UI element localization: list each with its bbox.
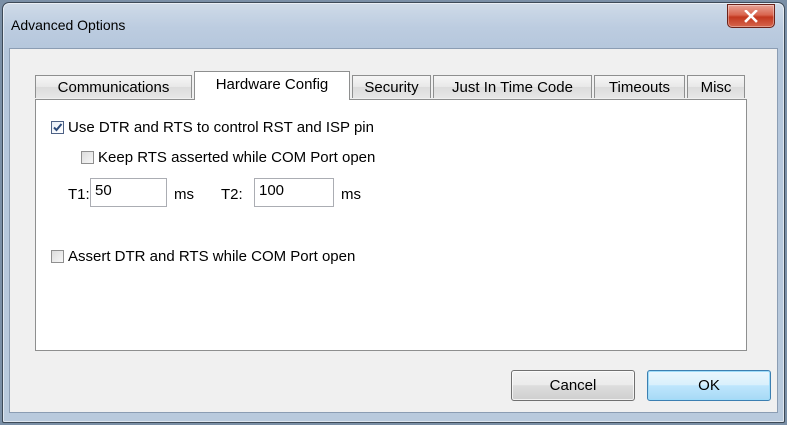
tab-timeouts[interactable]: Timeouts <box>594 75 685 98</box>
keep-rts-label: Keep RTS asserted while COM Port open <box>98 149 376 166</box>
tab-label: Just In Time Code <box>452 78 573 96</box>
tab-hardware-config[interactable]: Hardware Config <box>194 71 350 100</box>
checkbox-box[interactable] <box>51 121 64 134</box>
tab-label: Timeouts <box>608 78 671 96</box>
use-dtr-rts-label: Use DTR and RTS to control RST and ISP p… <box>68 119 374 136</box>
advanced-options-window: Advanced Options Communications Hardware… <box>2 2 785 423</box>
ok-button[interactable]: OK <box>647 370 771 401</box>
tab-label: Hardware Config <box>215 76 329 93</box>
t2-label: T2: <box>221 186 243 203</box>
tab-misc[interactable]: Misc <box>687 75 745 98</box>
assert-dtr-rts-label: Assert DTR and RTS while COM Port open <box>68 248 356 265</box>
t1-input[interactable]: 50 <box>90 178 167 207</box>
hardware-config-panel: Use DTR and RTS to control RST and ISP p… <box>35 99 747 351</box>
checkmark-icon <box>53 123 63 132</box>
close-icon <box>744 9 758 23</box>
tab-security[interactable]: Security <box>352 75 431 98</box>
tab-just-in-time-code[interactable]: Just In Time Code <box>433 75 592 98</box>
tab-label: Misc <box>700 78 732 96</box>
dialog-client-area: Communications Hardware Config Security … <box>9 48 778 413</box>
checkbox-box[interactable] <box>81 151 94 164</box>
close-button[interactable] <box>727 4 775 28</box>
cancel-label: Cancel <box>549 377 597 394</box>
t2-unit: ms <box>341 186 361 203</box>
tab-label: Security <box>364 78 419 96</box>
t1-unit: ms <box>174 186 194 203</box>
cancel-button[interactable]: Cancel <box>511 370 635 401</box>
keep-rts-checkbox[interactable]: Keep RTS asserted while COM Port open <box>81 149 375 166</box>
window-title: Advanced Options <box>11 17 126 33</box>
ok-label: OK <box>698 377 720 394</box>
tab-label: Communications <box>57 78 170 96</box>
use-dtr-rts-checkbox[interactable]: Use DTR and RTS to control RST and ISP p… <box>51 119 374 136</box>
tab-communications[interactable]: Communications <box>35 75 192 98</box>
t1-label: T1: <box>68 186 90 203</box>
checkbox-box[interactable] <box>51 250 64 263</box>
t2-input[interactable]: 100 <box>254 178 334 207</box>
assert-dtr-rts-checkbox[interactable]: Assert DTR and RTS while COM Port open <box>51 248 355 265</box>
